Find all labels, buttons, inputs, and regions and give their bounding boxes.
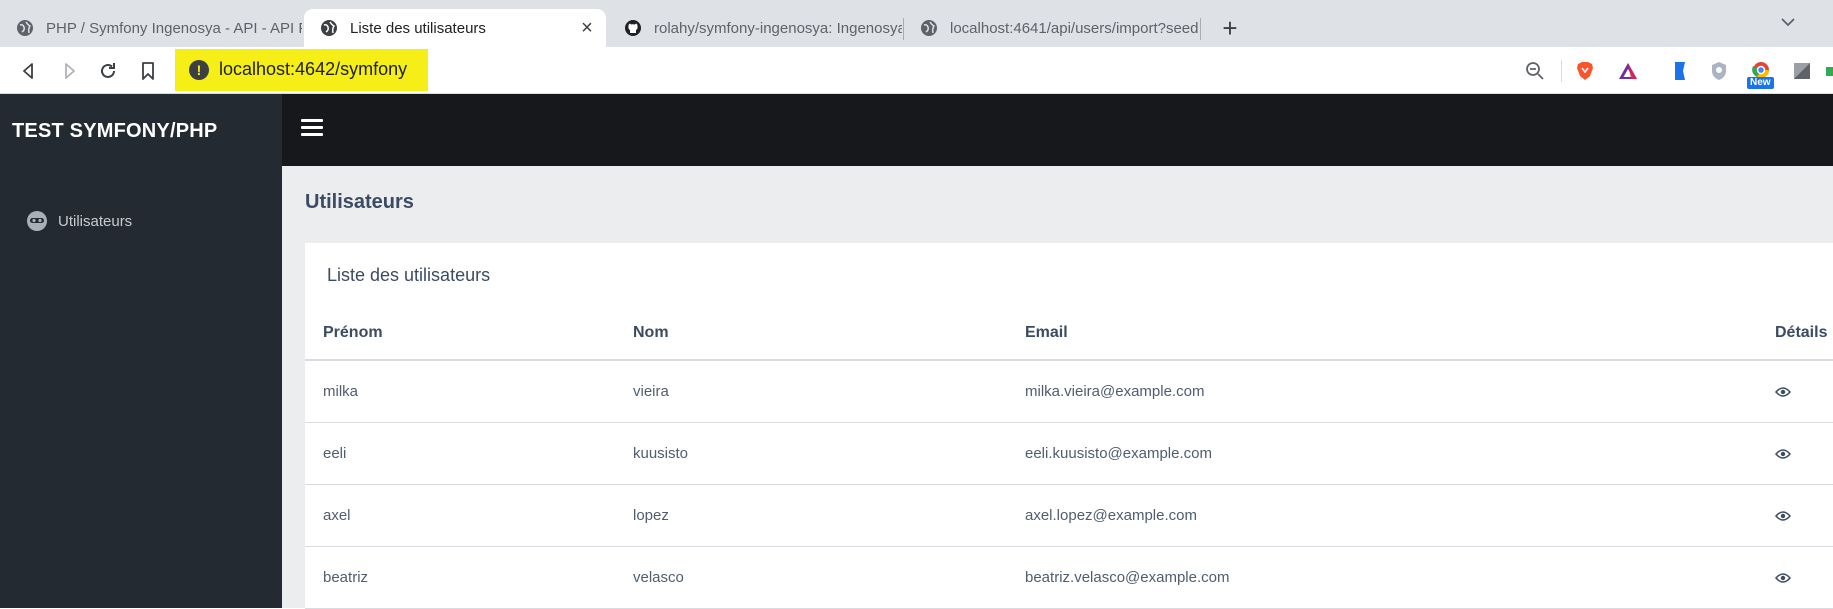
globe-icon	[920, 19, 938, 37]
new-badge: New	[1747, 77, 1774, 89]
sidebar-item-label: Utilisateurs	[58, 212, 133, 230]
reload-icon	[101, 63, 115, 78]
cell-prenom: eeli	[305, 422, 615, 485]
eye-icon[interactable]	[1775, 386, 1791, 398]
bookmark-button[interactable]	[135, 58, 161, 84]
column-header-nom: Nom	[615, 307, 1007, 361]
cell-email: eeli.kuusisto@example.com	[1007, 422, 1757, 485]
brand-title[interactable]: TEST SYMFONY/PHP	[12, 120, 217, 143]
tab-title: PHP / Symfony Ingenosya - API - API P	[46, 19, 302, 37]
bookmark-ext-icon[interactable]	[1668, 59, 1692, 83]
cell-details	[1757, 546, 1833, 609]
zoom-out-icon[interactable]	[1523, 59, 1547, 83]
sidebar: TEST SYMFONY/PHP Utilisateurs	[0, 94, 282, 608]
tab-api-platform[interactable]: PHP / Symfony Ingenosya - API - API P	[0, 9, 302, 47]
column-header-email: Email	[1007, 307, 1757, 361]
sidebar-item-utilisateurs[interactable]: Utilisateurs	[26, 210, 132, 232]
cell-nom: kuusisto	[615, 422, 1007, 485]
column-header-prenom: Prénom	[305, 307, 615, 361]
tab-liste-utilisateurs[interactable]: Liste des utilisateurs ×	[304, 9, 606, 47]
users-table: Prénom Nom Email Détails milka vieira mi…	[305, 307, 1833, 609]
back-button[interactable]	[16, 58, 42, 84]
cell-nom: lopez	[615, 484, 1007, 547]
chromium-new-icon[interactable]: New	[1746, 59, 1776, 89]
user-face-icon	[26, 210, 48, 232]
globe-icon	[16, 19, 34, 37]
app-header	[282, 94, 1833, 166]
eye-icon[interactable]	[1775, 572, 1791, 584]
browser-toolbar: ! localhost:4642/symfony New	[0, 47, 1833, 94]
brave-shield-icon[interactable]	[1573, 59, 1597, 83]
column-header-details: Détails	[1757, 307, 1833, 361]
cell-details	[1757, 422, 1833, 485]
cell-prenom: beatriz	[305, 546, 615, 609]
back-icon	[23, 63, 33, 79]
card-title: Liste des utilisateurs	[327, 265, 491, 285]
eye-icon[interactable]	[1775, 448, 1791, 460]
grey-ext-icon[interactable]	[1790, 59, 1814, 83]
browser-tab-strip: PHP / Symfony Ingenosya - API - API P Li…	[0, 0, 1833, 47]
bookmark-icon	[142, 62, 154, 80]
cell-prenom: axel	[305, 484, 615, 547]
extension-edge-icon	[1826, 67, 1833, 76]
cell-nom: velasco	[615, 546, 1007, 609]
new-tab-button[interactable]: +	[1215, 13, 1245, 43]
table-row: beatriz velasco beatriz.velasco@example.…	[305, 546, 1833, 609]
main-content: Utilisateurs Liste des utilisateurs Prén…	[282, 166, 1833, 609]
tab-api-import[interactable]: localhost:4641/api/users/import?seed	[904, 9, 1200, 47]
shield-ext-icon[interactable]	[1707, 59, 1731, 83]
reload-button[interactable]	[95, 58, 121, 84]
cell-prenom: milka	[305, 360, 615, 423]
close-tab-icon[interactable]: ×	[576, 17, 598, 40]
tab-title: rolahy/symfony-ingenosya: Ingenosya	[654, 19, 902, 37]
forward-button[interactable]	[56, 58, 82, 84]
toolbar-separator	[1561, 60, 1562, 82]
table-header-row: Prénom Nom Email Détails	[305, 307, 1833, 361]
tab-title: Liste des utilisateurs	[350, 19, 486, 37]
table-row: axel lopez axel.lopez@example.com	[305, 484, 1833, 547]
table-row: eeli kuusisto eeli.kuusisto@example.com	[305, 422, 1833, 485]
globe-icon	[320, 19, 338, 37]
tab-separator	[1200, 18, 1201, 40]
tab-search-chevron-icon[interactable]	[1776, 10, 1800, 34]
hamburger-menu-icon[interactable]	[300, 119, 324, 141]
tab-title: localhost:4641/api/users/import?seed	[950, 19, 1199, 37]
cell-details	[1757, 484, 1833, 547]
cell-email: milka.vieira@example.com	[1007, 360, 1757, 423]
site-info-icon[interactable]: !	[189, 60, 209, 80]
cell-details	[1757, 360, 1833, 423]
table-row: milka vieira milka.vieira@example.com	[305, 360, 1833, 423]
tab-github-repo[interactable]: rolahy/symfony-ingenosya: Ingenosya	[608, 9, 902, 47]
brave-rewards-icon[interactable]	[1616, 59, 1640, 83]
github-icon	[624, 19, 642, 37]
page-title: Utilisateurs	[305, 191, 414, 213]
forward-icon	[65, 63, 75, 79]
users-card: Liste des utilisateurs Prénom Nom Email …	[305, 243, 1833, 609]
cell-email: beatriz.velasco@example.com	[1007, 546, 1757, 609]
cell-nom: vieira	[615, 360, 1007, 423]
eye-icon[interactable]	[1775, 510, 1791, 522]
cell-email: axel.lopez@example.com	[1007, 484, 1757, 547]
address-bar-url[interactable]: localhost:4642/symfony	[219, 59, 407, 80]
